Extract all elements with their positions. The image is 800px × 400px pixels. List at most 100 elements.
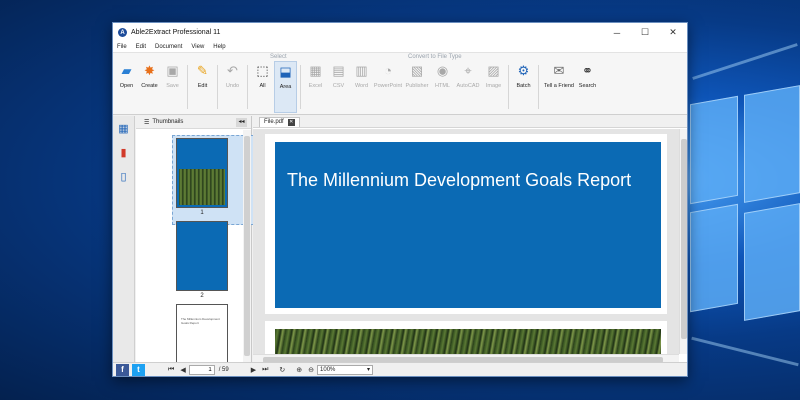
collapse-panel-button[interactable]: ◂◂ bbox=[236, 118, 247, 127]
convert-publisher-button[interactable]: ▧ Publisher bbox=[403, 61, 431, 113]
facebook-icon[interactable]: f bbox=[116, 363, 129, 376]
last-page-icon[interactable]: ⏭ bbox=[262, 366, 268, 374]
zoom-out-icon[interactable]: ⊖ bbox=[308, 366, 314, 374]
pdf-page-2 bbox=[265, 321, 667, 354]
document-area: File.pdf ✕ The Millennium Development Go… bbox=[253, 116, 687, 364]
csv-icon: ▤ bbox=[332, 63, 345, 78]
menu-view[interactable]: View bbox=[191, 44, 204, 50]
menu-help[interactable]: Help bbox=[213, 44, 225, 50]
toolbar-separator bbox=[247, 65, 248, 109]
toolbar-separator bbox=[538, 65, 539, 109]
open-button[interactable]: ▰ Open bbox=[115, 61, 138, 113]
thumbnails-panel: ☰ Thumbnails ◂◂ 1 2 The Millennium Devel… bbox=[136, 116, 254, 364]
envelope-icon: ✉ bbox=[553, 63, 565, 78]
toolbar-separator bbox=[217, 65, 218, 109]
create-button[interactable]: ✸ Create bbox=[138, 61, 161, 113]
app-window: A Able2Extract Professional 11 ─ ☐ ✕ Fil… bbox=[112, 22, 688, 377]
close-tab-icon[interactable]: ✕ bbox=[287, 118, 295, 126]
thumbnail-cover-image bbox=[179, 169, 225, 205]
toolbar-ribbon: Select Convert to File Type ▰ Open ✸ Cre… bbox=[113, 53, 687, 115]
forest-photo bbox=[275, 329, 661, 354]
previous-page-icon[interactable]: ◀ bbox=[180, 366, 185, 374]
thumbnails-scrollbar[interactable] bbox=[243, 130, 251, 364]
thumbnail-page-2[interactable] bbox=[176, 221, 228, 291]
undo-button[interactable]: ↶ Undo bbox=[221, 61, 244, 113]
minimize-button[interactable]: ─ bbox=[603, 23, 631, 42]
toolbar-separator bbox=[300, 65, 301, 109]
zoom-in-icon[interactable]: ⊕ bbox=[296, 366, 302, 374]
maximize-button[interactable]: ☐ bbox=[631, 23, 659, 42]
menu-edit[interactable]: Edit bbox=[136, 44, 146, 50]
floppy-disk-icon: ▣ bbox=[166, 63, 179, 78]
batch-gear-icon: ⚙ bbox=[517, 63, 530, 78]
excel-icon: ▦ bbox=[309, 63, 322, 78]
edit-button[interactable]: ✎ Edit bbox=[191, 61, 214, 113]
convert-image-button[interactable]: ▨ Image bbox=[482, 61, 505, 113]
batch-button[interactable]: ⚙ Batch bbox=[512, 61, 535, 113]
twitter-icon[interactable]: t bbox=[132, 363, 145, 376]
panel-menu-icon[interactable]: ☰ bbox=[144, 119, 149, 126]
left-tool-rail: ▦ ▮ ▯ bbox=[113, 116, 135, 364]
html-icon: ◉ bbox=[436, 63, 449, 78]
title-bar: A Able2Extract Professional 11 ─ ☐ ✕ bbox=[113, 23, 687, 42]
autocad-icon: ⌖ bbox=[464, 63, 472, 78]
convert-autocad-button[interactable]: ⌖ AutoCAD bbox=[454, 61, 482, 113]
close-button[interactable]: ✕ bbox=[659, 23, 687, 42]
toolbar-separator bbox=[508, 65, 509, 109]
thumbnails-header: ☰ Thumbnails ◂◂ bbox=[136, 116, 251, 129]
toolbar-separator bbox=[187, 65, 188, 109]
save-button[interactable]: ▣ Save bbox=[161, 61, 184, 113]
status-bar: f t ⏮ ◀ / 59 ▶ ⏭ ↻ ⊕ ⊖ 100% ▾ bbox=[113, 362, 687, 376]
select-group-label: Select bbox=[270, 54, 287, 60]
cover-banner: The Millennium Development Goals Report bbox=[275, 142, 661, 308]
light-beam bbox=[691, 336, 799, 367]
document-tabs: File.pdf ✕ bbox=[253, 116, 687, 128]
convert-group-label: Convert to File Type bbox=[408, 54, 462, 60]
page-number-input[interactable] bbox=[188, 364, 215, 375]
bookmarks-icon[interactable]: ▮ bbox=[116, 144, 132, 160]
chevron-down-icon: ▾ bbox=[367, 367, 371, 373]
create-pdf-icon: ✸ bbox=[144, 63, 155, 78]
document-tab[interactable]: File.pdf ✕ bbox=[259, 116, 300, 127]
powerpoint-icon: ◔ bbox=[384, 63, 392, 78]
vertical-scrollbar[interactable] bbox=[679, 129, 687, 354]
first-page-icon[interactable]: ⏮ bbox=[168, 366, 174, 374]
thumbnail-number: 2 bbox=[200, 293, 204, 299]
menu-document[interactable]: Document bbox=[155, 44, 182, 50]
select-area-button[interactable]: ⬓ Area bbox=[274, 61, 297, 113]
menu-file[interactable]: File bbox=[117, 44, 127, 50]
publisher-icon: ▧ bbox=[410, 63, 424, 78]
windows-logo bbox=[690, 85, 800, 330]
search-button[interactable]: ⚭ Search bbox=[576, 61, 599, 113]
folder-open-icon: ▰ bbox=[121, 63, 132, 78]
pdf-page-1: The Millennium Development Goals Report bbox=[265, 134, 667, 314]
convert-excel-button[interactable]: ▦ Excel bbox=[304, 61, 327, 113]
thumbnails-title: Thumbnails bbox=[152, 119, 184, 125]
tell-a-friend-button[interactable]: ✉ Tell a Friend bbox=[542, 61, 576, 113]
next-page-icon[interactable]: ▶ bbox=[251, 366, 256, 374]
image-icon: ▨ bbox=[487, 63, 500, 78]
thumbnail-page-3[interactable]: The Millennium Development Goals Report bbox=[176, 304, 228, 364]
pencil-icon: ✎ bbox=[197, 63, 208, 78]
thumbnail-page-1[interactable] bbox=[176, 138, 228, 208]
convert-html-button[interactable]: ◉ HTML bbox=[431, 61, 454, 113]
document-tab-label: File.pdf bbox=[264, 119, 284, 125]
zoom-select[interactable]: 100% ▾ bbox=[317, 364, 374, 375]
pdf-viewer[interactable]: The Millennium Development Goals Report bbox=[253, 129, 679, 354]
menu-bar: File Edit Document View Help bbox=[113, 42, 687, 53]
rotate-icon[interactable]: ↻ bbox=[279, 366, 285, 374]
select-area-cursor-icon: ⬓ bbox=[279, 64, 292, 79]
binoculars-icon: ⚭ bbox=[582, 63, 593, 78]
convert-csv-button[interactable]: ▤ CSV bbox=[327, 61, 350, 113]
attachments-icon[interactable]: ▯ bbox=[116, 168, 132, 184]
light-beam bbox=[692, 43, 798, 80]
convert-powerpoint-button[interactable]: ◔ PowerPoint bbox=[373, 61, 403, 113]
zoom-value: 100% bbox=[320, 366, 336, 373]
app-logo-icon: A bbox=[118, 28, 127, 37]
thumbnails-view-icon[interactable]: ▦ bbox=[116, 120, 132, 136]
select-all-button[interactable]: ⬚ All bbox=[251, 61, 274, 113]
cover-title: The Millennium Development Goals Report bbox=[287, 170, 632, 190]
thumbnail-number: 1 bbox=[200, 210, 204, 216]
convert-word-button[interactable]: ▥ Word bbox=[350, 61, 373, 113]
undo-icon: ↶ bbox=[227, 63, 238, 78]
